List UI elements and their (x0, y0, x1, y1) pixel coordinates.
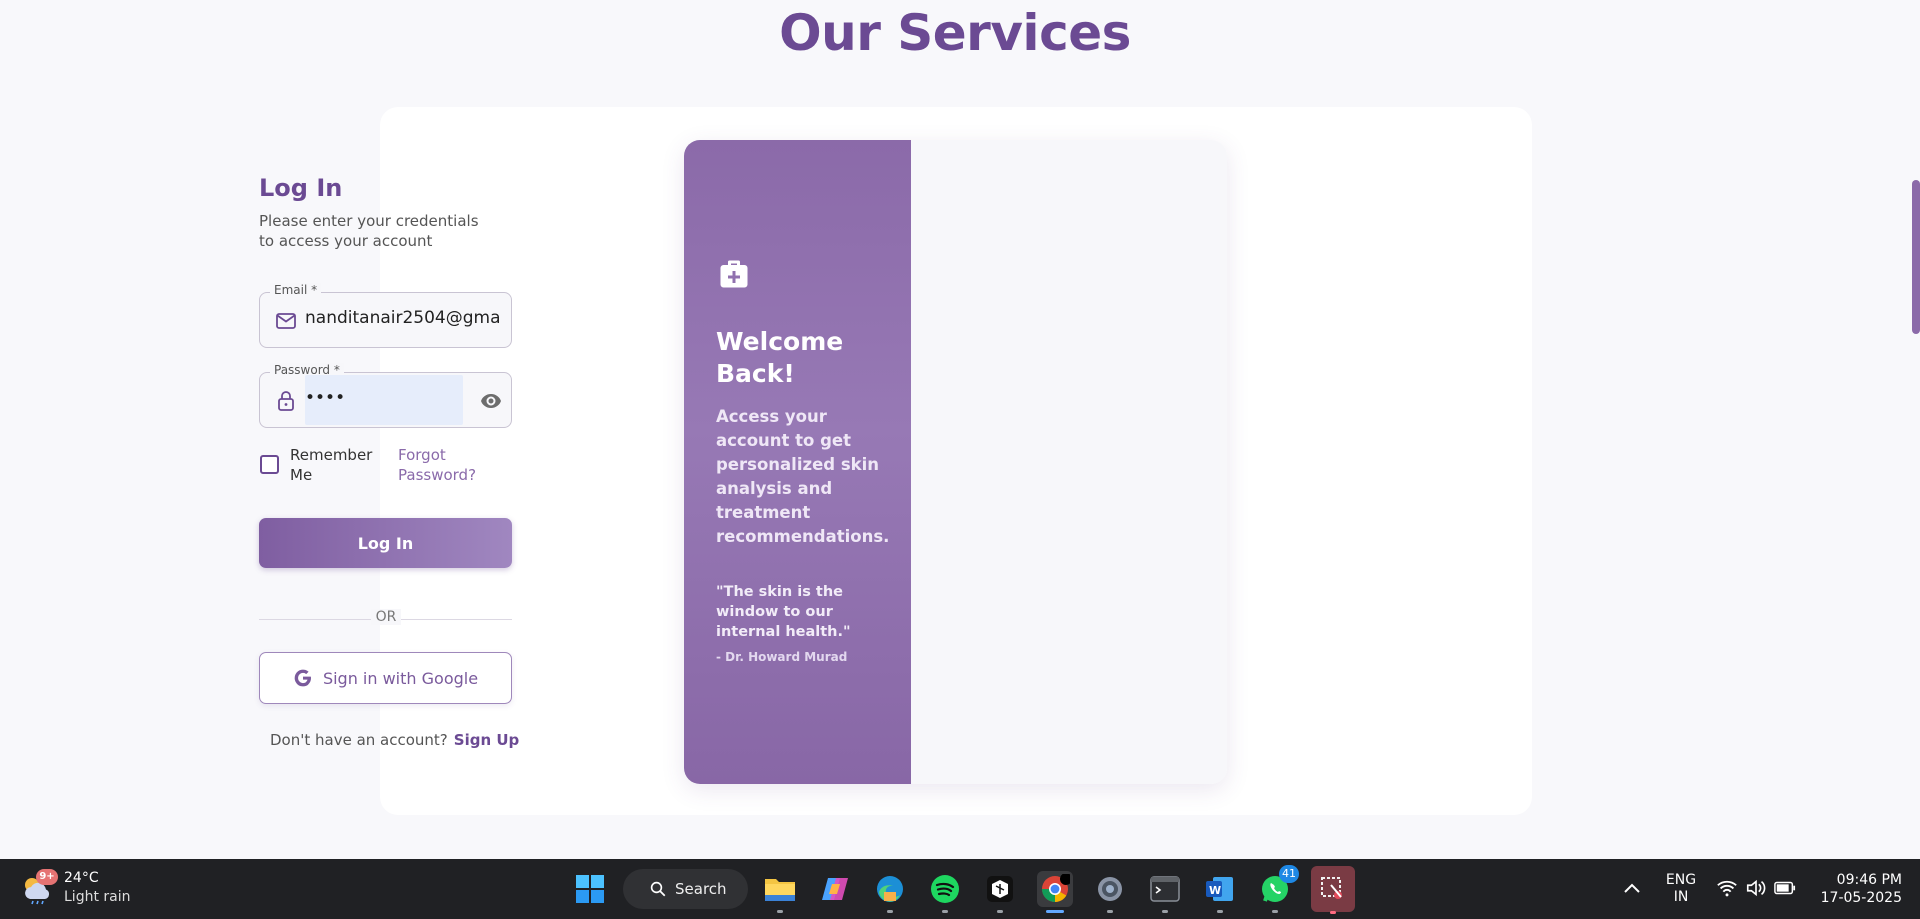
region-code: IN (1673, 889, 1689, 905)
clock-date: 17-05-2025 (1820, 890, 1902, 906)
chrome-icon[interactable] (1037, 871, 1073, 913)
page-scrollbar-thumb[interactable] (1912, 180, 1920, 334)
volume-icon[interactable] (1745, 878, 1767, 898)
quote-author: - Dr. Howard Murad (716, 650, 848, 664)
remember-me-checkbox[interactable] (260, 455, 279, 474)
running-indicator (1217, 910, 1223, 913)
forgot-password-link[interactable]: Forgot Password? (398, 445, 498, 485)
email-label: Email * (270, 283, 322, 297)
file-explorer-icon[interactable] (762, 871, 798, 913)
spotify-icon[interactable] (927, 871, 963, 913)
login-subtitle: Please enter your credentials to access … (259, 212, 479, 250)
word-icon[interactable]: W (1202, 871, 1238, 913)
medical-kit-icon (720, 260, 748, 288)
login-card: Welcome Back! Access your account to get… (684, 140, 1227, 784)
copilot-icon[interactable] (817, 871, 853, 907)
running-indicator (1162, 910, 1168, 913)
weather-condition: Light rain (64, 889, 131, 905)
taskbar-search[interactable]: Search (623, 869, 748, 909)
active-app-indicator (1046, 910, 1064, 913)
whatsapp-icon[interactable]: 41 (1257, 865, 1299, 913)
language-code: ENG (1665, 872, 1697, 888)
email-value[interactable]: nanditanair2504@gmail.com (305, 308, 501, 328)
google-signin-button[interactable]: Sign in with Google (259, 652, 512, 704)
weather-alert-badge: 9+ (36, 869, 58, 885)
signup-link[interactable]: Sign Up (454, 731, 520, 749)
weather-temperature: 24°C (64, 870, 99, 886)
running-indicator (1107, 910, 1113, 913)
running-indicator (997, 910, 1003, 913)
running-indicator (777, 910, 783, 913)
running-indicator (942, 910, 948, 913)
chevron-up-icon[interactable] (1623, 881, 1641, 895)
welcome-heading: Welcome Back! (716, 327, 844, 388)
terminal-icon[interactable] (1147, 871, 1183, 913)
running-indicator (887, 910, 893, 913)
windows-taskbar: 9+ 24°C Light rain Search W 41 ENG IN 09… (0, 859, 1920, 919)
windows-start-icon[interactable] (572, 871, 608, 907)
lock-icon (278, 391, 294, 411)
login-button[interactable]: Log In (259, 518, 512, 568)
snipping-tool-icon[interactable] (1311, 866, 1355, 914)
whatsapp-unread-badge: 41 (1279, 865, 1299, 883)
svg-text:W: W (1209, 884, 1221, 897)
page-title: Our Services (779, 4, 1131, 62)
login-title: Log In (259, 174, 343, 202)
search-label: Search (675, 880, 727, 898)
login-button-label: Log In (357, 533, 414, 553)
box-app-icon[interactable] (982, 871, 1018, 913)
mail-icon (276, 313, 296, 329)
show-password-icon[interactable] (479, 389, 503, 413)
search-icon (650, 881, 666, 897)
system-clock[interactable]: 09:46 PM 17-05-2025 (1810, 871, 1902, 907)
quote-text: "The skin is the window to our internal … (716, 584, 851, 640)
google-button-label: Sign in with Google (322, 668, 479, 688)
no-account-text: Don't have an account? (270, 731, 448, 749)
running-indicator (1272, 910, 1278, 913)
signup-row: Don't have an account? Sign Up (270, 731, 519, 749)
wifi-icon[interactable] (1716, 878, 1738, 898)
google-icon (294, 669, 311, 687)
clock-time: 09:46 PM (1836, 872, 1902, 888)
password-value[interactable]: •••• (305, 388, 455, 408)
password-field[interactable]: Password * •••• (259, 363, 512, 428)
email-field[interactable]: Email * nanditanair2504@gmail.com (259, 283, 512, 348)
form-panel (911, 140, 1227, 784)
welcome-panel: Welcome Back! Access your account to get… (684, 140, 911, 784)
running-indicator (1330, 911, 1336, 914)
or-label: OR (371, 609, 401, 625)
edge-icon[interactable] (872, 871, 908, 913)
language-indicator[interactable]: ENG IN (1664, 872, 1698, 906)
battery-icon[interactable] (1774, 881, 1796, 895)
settings-icon[interactable] (1092, 871, 1128, 913)
welcome-description: Access your account to get personalized … (716, 407, 890, 546)
remember-me-label[interactable]: Remember Me (290, 445, 380, 485)
weather-widget[interactable]: 9+ 24°C Light rain (20, 869, 140, 909)
